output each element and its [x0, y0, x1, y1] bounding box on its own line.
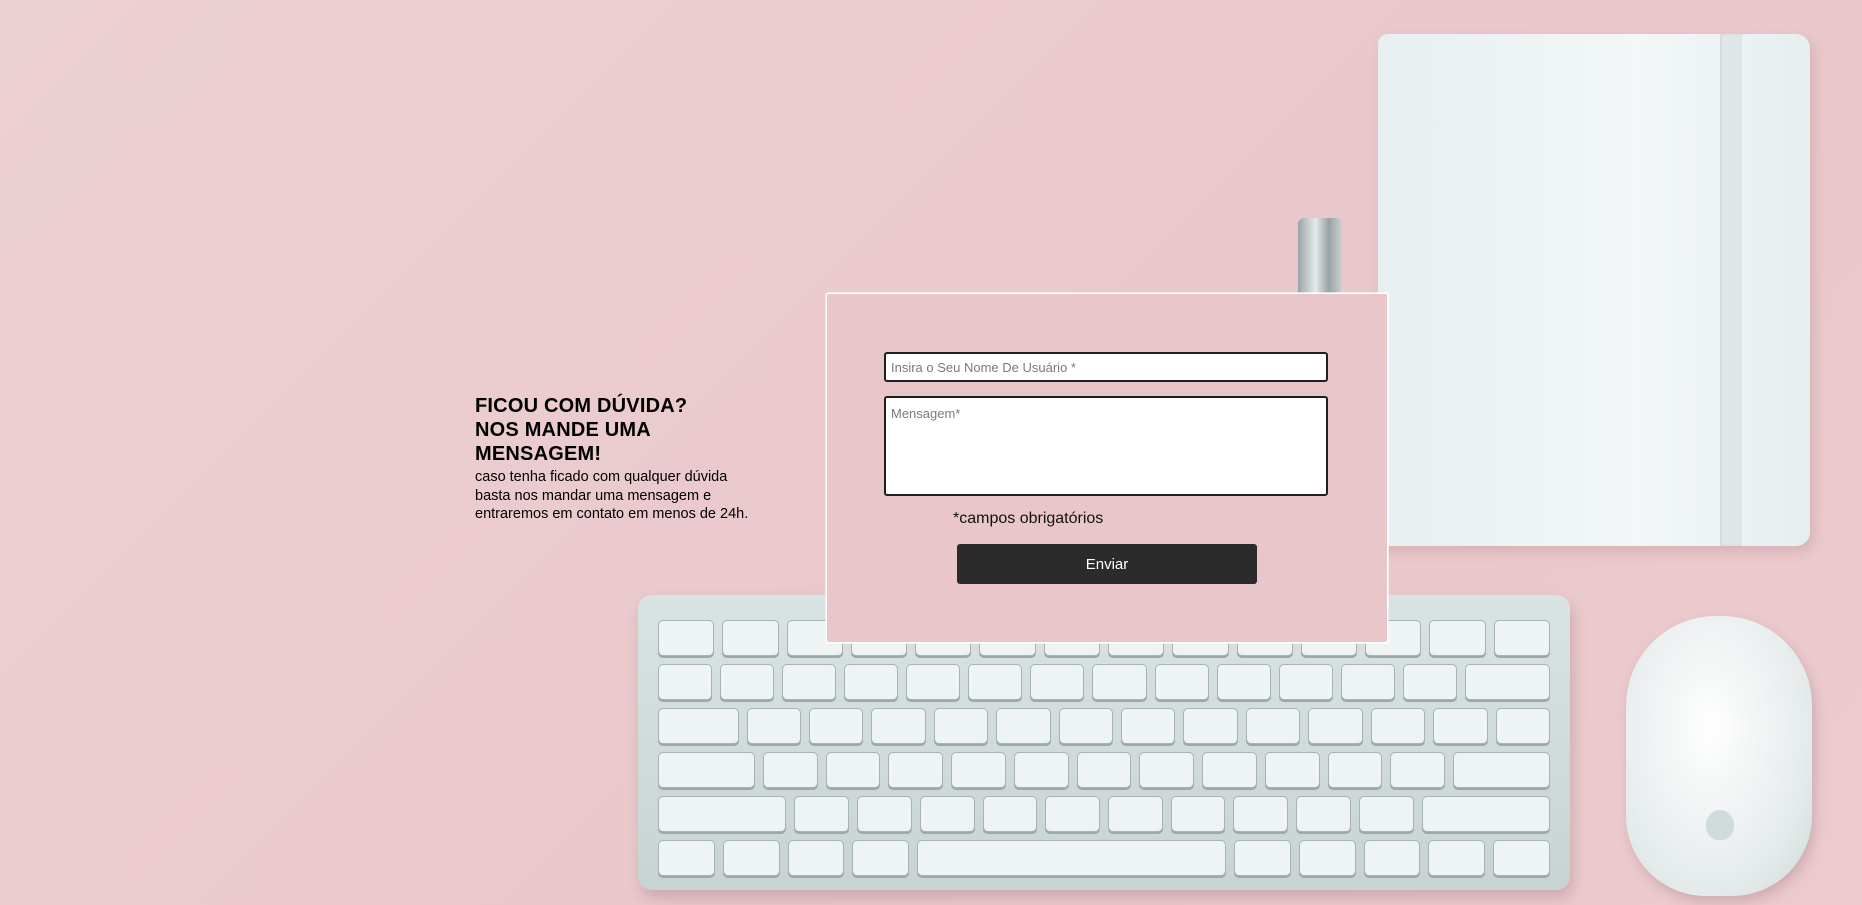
message-textarea[interactable] — [884, 396, 1328, 496]
description-line: entraremos em contato em menos de 24h. — [475, 506, 749, 522]
keyboard-keys — [658, 620, 1551, 876]
required-fields-note: *campos obrigatórios — [953, 510, 1104, 527]
contact-description: caso tenha ficado com qualquer dúvida ba… — [475, 468, 775, 524]
description-line: caso tenha ficado com qualquer dúvida — [475, 469, 728, 485]
description-line: basta nos mandar uma mensagem e — [475, 487, 712, 504]
username-input[interactable] — [884, 352, 1328, 382]
notebook-band — [1720, 34, 1742, 546]
heading-line: FICOU COM DÚVIDA? — [475, 395, 688, 417]
pen-image — [1298, 218, 1342, 293]
heading-line: MENSAGEM! — [475, 443, 602, 465]
contact-intro: FICOU COM DÚVIDA? NOS MANDE UMA MENSAGEM… — [475, 394, 775, 524]
mouse-image — [1626, 616, 1812, 896]
contact-heading: FICOU COM DÚVIDA? NOS MANDE UMA MENSAGEM… — [475, 394, 775, 466]
notebook-image — [1378, 34, 1810, 546]
contact-form: *campos obrigatórios Enviar — [826, 293, 1388, 643]
send-button[interactable]: Enviar — [957, 544, 1257, 584]
heading-line: NOS MANDE UMA — [475, 419, 651, 441]
apple-logo-icon — [1706, 810, 1734, 840]
